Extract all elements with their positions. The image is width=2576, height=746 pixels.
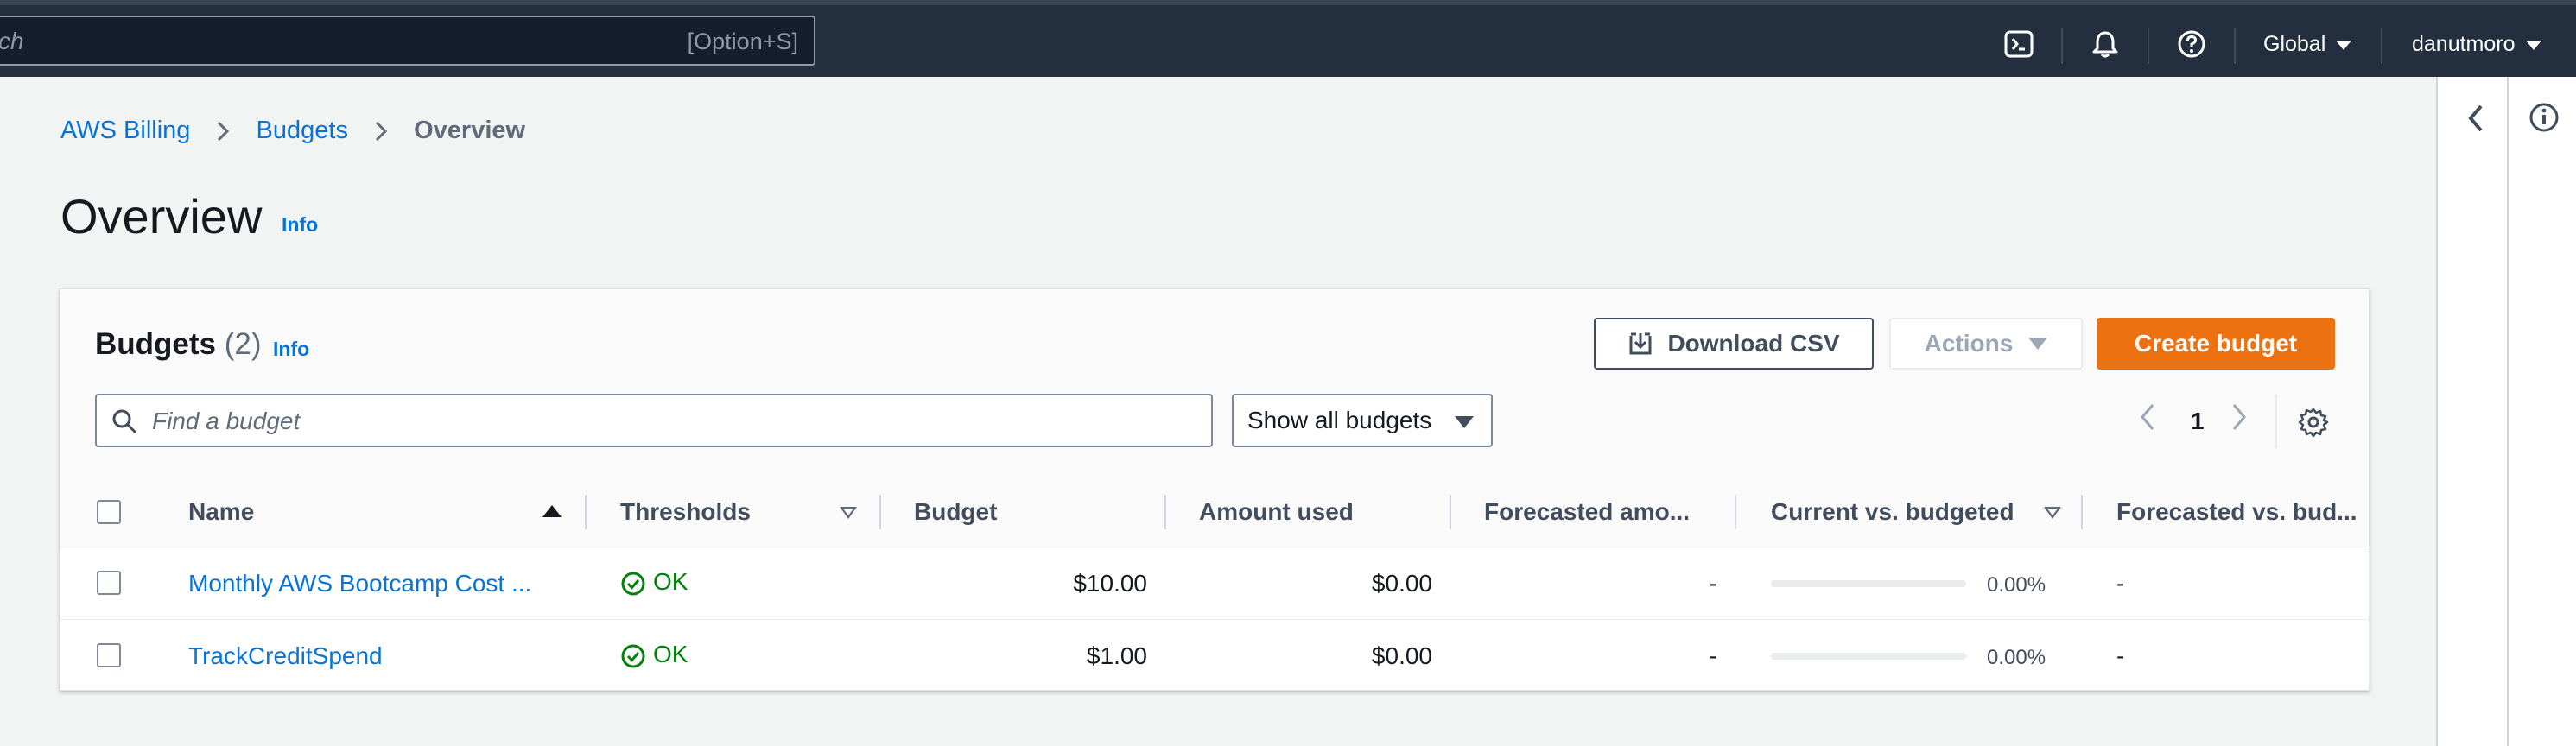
budgets-title: Budgets (95, 327, 216, 361)
caret-down-icon (1455, 416, 1474, 428)
panel-divider (2507, 77, 2509, 746)
column-divider[interactable] (879, 495, 881, 529)
page-info-link[interactable]: Info (282, 213, 318, 237)
account-username: danutmoro (2412, 32, 2516, 56)
current-vs-budgeted-progress (1771, 653, 1966, 660)
table-header-row: Name Thresholds Budget Amount used Forec… (60, 477, 2369, 547)
create-budget-button[interactable]: Create budget (2097, 318, 2335, 370)
sort-icon[interactable] (840, 507, 857, 519)
next-page-icon[interactable] (2229, 400, 2249, 434)
caret-down-icon (2336, 40, 2352, 50)
previous-page-icon[interactable] (2137, 400, 2158, 434)
status-ok-icon (621, 572, 645, 596)
region-selector[interactable]: Global (2263, 32, 2352, 57)
global-search-input[interactable]: ch [Option+S] (0, 16, 815, 66)
download-csv-label: Download CSV (1667, 330, 1840, 357)
nav-divider (2234, 28, 2236, 64)
current-page-number[interactable]: 1 (2191, 408, 2205, 435)
budgets-heading: Budgets (2) (95, 327, 262, 362)
row-checkbox[interactable] (97, 571, 121, 595)
column-header-forecasted-vs-budgeted[interactable]: Forecasted vs. bud... (2116, 498, 2358, 526)
breadcrumb: AWS Billing Budgets Overview (60, 117, 525, 145)
threshold-label: OK (653, 568, 688, 595)
amount-used: $0.00 (1371, 642, 1432, 669)
top-navigation: ch [Option+S] Global danutmoro (0, 0, 2576, 77)
breadcrumb-budgets[interactable]: Budgets (257, 117, 348, 144)
threshold-status: OK (620, 568, 688, 597)
select-all-checkbox[interactable] (97, 500, 121, 524)
budget-amount: $1.00 (1086, 642, 1147, 669)
create-budget-label: Create budget (2134, 330, 2298, 357)
nav-divider (2148, 28, 2149, 64)
sort-ascending-icon[interactable] (542, 505, 562, 517)
threshold-status: OK (620, 641, 688, 669)
column-header-amount-used[interactable]: Amount used (1199, 498, 1354, 526)
column-divider[interactable] (1450, 495, 1451, 529)
region-label: Global (2263, 32, 2326, 56)
pager-divider (2275, 395, 2277, 448)
budget-name-link[interactable]: TrackCreditSpend (188, 642, 383, 670)
forecasted-amount: - (1709, 570, 1717, 597)
column-divider[interactable] (1735, 495, 1736, 529)
page-title: Overview (60, 189, 263, 243)
budgets-table-container: Budgets (2) Info Download CSV Actions Cr… (60, 288, 2370, 691)
budget-name-link[interactable]: Monthly AWS Bootcamp Cost ... (188, 570, 531, 597)
actions-dropdown-button[interactable]: Actions (1889, 318, 2083, 370)
cloudshell-icon[interactable] (2004, 29, 2034, 59)
column-header-name[interactable]: Name (188, 498, 254, 526)
notifications-bell-icon[interactable] (2091, 29, 2120, 59)
current-vs-budgeted-percent: 0.00% (1987, 646, 2046, 669)
threshold-label: OK (653, 641, 688, 667)
column-header-current-vs-budgeted[interactable]: Current vs. budgeted (1771, 498, 2014, 526)
table-header-area: Budgets (2) Info Download CSV Actions Cr… (60, 289, 2369, 478)
column-header-thresholds[interactable]: Thresholds (620, 498, 751, 526)
forecasted-vs-budgeted: - (2116, 642, 2125, 669)
sort-icon[interactable] (2044, 507, 2061, 519)
budgets-info-link[interactable]: Info (273, 338, 309, 361)
nav-divider (2381, 28, 2382, 64)
status-ok-icon (621, 644, 645, 668)
search-shortcut-hint: [Option+S] (687, 28, 798, 54)
row-checkbox[interactable] (97, 643, 121, 667)
chevron-right-icon (218, 122, 230, 142)
tools-panel (2436, 77, 2576, 746)
column-divider[interactable] (2081, 495, 2083, 529)
forecasted-amount: - (1709, 642, 1717, 669)
caret-down-icon (2028, 338, 2048, 350)
nav-divider (2061, 28, 2063, 64)
table-row: Monthly AWS Bootcamp Cost ... OK $10.00 … (60, 547, 2369, 620)
current-vs-budgeted-percent: 0.00% (1987, 573, 2046, 597)
budgets-count: (2) (224, 327, 262, 361)
column-divider[interactable] (1164, 495, 1166, 529)
breadcrumb-current: Overview (414, 117, 526, 144)
chevron-left-icon[interactable] (2462, 101, 2490, 136)
table-row: TrackCreditSpend OK $1.00 $0.00 - 0.00% … (60, 619, 2369, 692)
forecasted-vs-budgeted: - (2116, 570, 2125, 597)
download-csv-button[interactable]: Download CSV (1594, 318, 1874, 370)
breadcrumb-aws-billing[interactable]: AWS Billing (60, 117, 190, 144)
account-menu[interactable]: danutmoro (2412, 32, 2541, 57)
chevron-right-icon (375, 122, 388, 142)
find-budget-field[interactable] (95, 394, 1213, 447)
help-icon[interactable] (2177, 29, 2206, 59)
filter-label: Show all budgets (1247, 407, 1432, 433)
budget-amount: $10.00 (1073, 570, 1147, 597)
download-icon (1629, 332, 1652, 355)
column-divider[interactable] (585, 495, 587, 529)
current-vs-budgeted-progress (1771, 580, 1966, 587)
find-budget-input[interactable] (150, 402, 1190, 440)
search-placeholder: ch (0, 28, 24, 54)
amount-used: $0.00 (1371, 570, 1432, 597)
search-icon (112, 409, 137, 434)
info-circle-icon[interactable] (2528, 101, 2560, 134)
actions-label: Actions (1924, 330, 2014, 357)
caret-down-icon (2525, 40, 2541, 50)
column-header-forecasted-amount[interactable]: Forecasted amo... (1484, 498, 1697, 526)
settings-gear-icon[interactable] (2298, 407, 2329, 438)
show-budgets-filter[interactable]: Show all budgets (1232, 394, 1493, 447)
column-header-budget[interactable]: Budget (914, 498, 997, 526)
